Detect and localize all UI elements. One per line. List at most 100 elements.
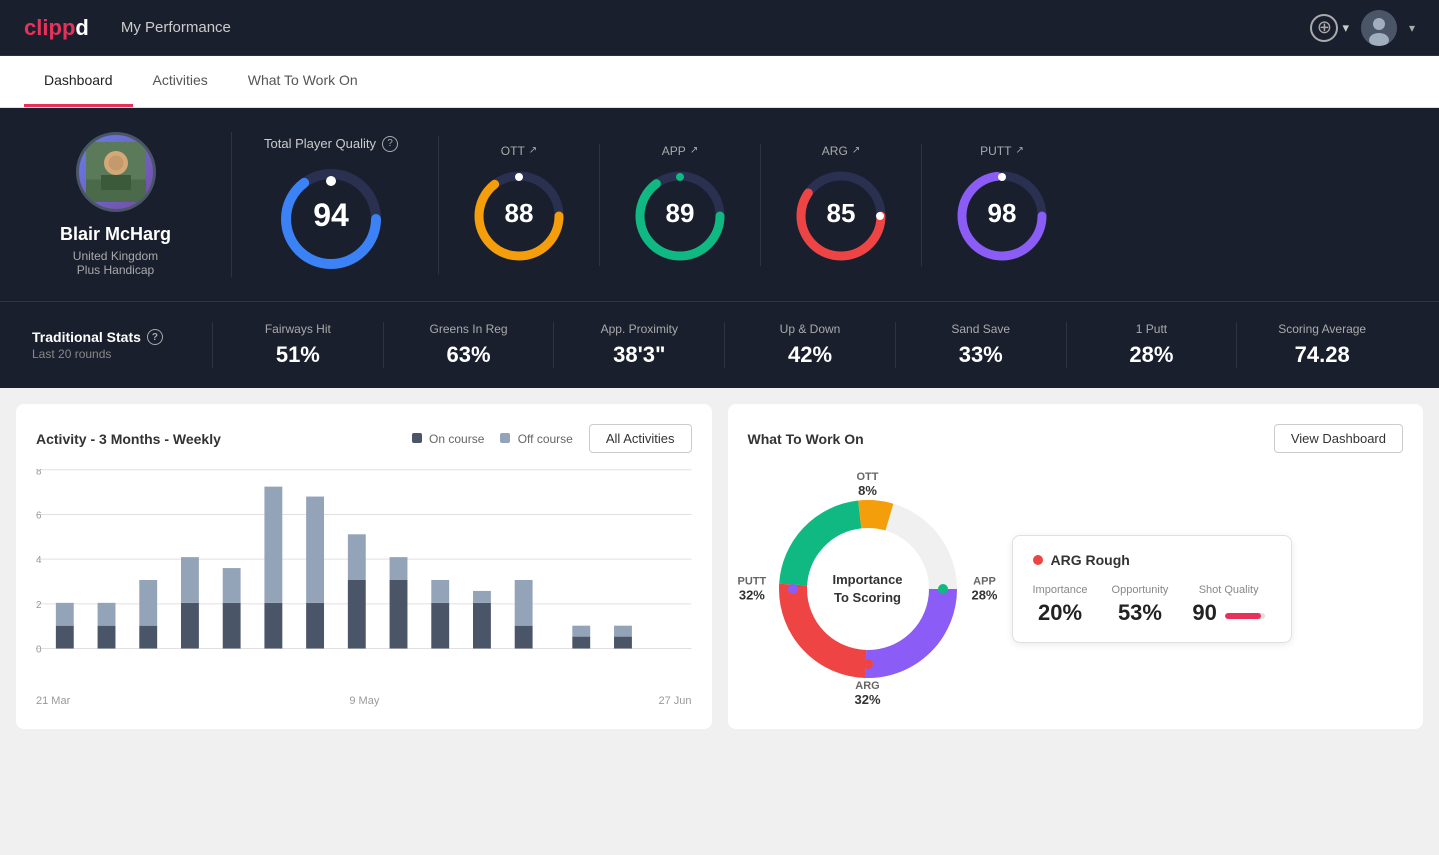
plus-icon: ⊕ <box>1310 14 1338 42</box>
donut-label-putt: PUTT 32% <box>738 576 767 603</box>
header-title: My Performance <box>121 19 231 36</box>
hero-section: Blair McHarg United Kingdom Plus Handica… <box>0 108 1439 301</box>
player-country: United Kingdom <box>73 249 158 263</box>
stats-label: Traditional Stats ? Last 20 rounds <box>32 329 212 361</box>
gauge-putt-label: PUTT ↗ <box>980 144 1024 158</box>
app-arrow-icon: ↗ <box>690 145 698 156</box>
all-activities-button[interactable]: All Activities <box>589 424 692 453</box>
arg-arrow-icon: ↗ <box>852 145 860 156</box>
donut-center-text: Importance To Scoring <box>832 571 902 607</box>
donut-chart: OTT 8% APP 28% ARG 32% PUTT 32% <box>748 469 988 709</box>
stat-greens: Greens In Reg 63% <box>383 322 554 368</box>
legend-on-course: On course <box>412 432 485 446</box>
metric-shotquality-row: 90 <box>1192 600 1264 626</box>
avatar[interactable] <box>1361 10 1397 46</box>
gauge-app-label: APP ↗ <box>662 144 698 158</box>
stat-oneputt-label: 1 Putt <box>1136 322 1167 336</box>
gauge-putt: PUTT ↗ 98 <box>922 144 1082 266</box>
stat-sandsave-label: Sand Save <box>951 322 1010 336</box>
arg-gauge-svg: 85 <box>791 166 891 266</box>
view-dashboard-button[interactable]: View Dashboard <box>1274 424 1403 453</box>
svg-text:8: 8 <box>36 469 42 478</box>
ott-gauge-svg: 88 <box>469 166 569 266</box>
legend-off-course: Off course <box>500 432 572 446</box>
svg-text:88: 88 <box>505 198 534 228</box>
putt-gauge-svg: 98 <box>952 166 1052 266</box>
bottom-panels: Activity - 3 Months - Weekly On course O… <box>0 388 1439 745</box>
chevron-down-icon: ▾ <box>1409 21 1415 35</box>
header-right: ⊕ ▾ ▾ <box>1310 10 1415 46</box>
ott-arrow-icon: ↗ <box>529 145 537 156</box>
svg-text:85: 85 <box>827 198 856 228</box>
player-avatar <box>76 132 156 212</box>
wtwo-panel-header: What To Work On View Dashboard <box>748 424 1404 453</box>
info-card-dot <box>1033 555 1043 565</box>
tab-what-to-work-on[interactable]: What To Work On <box>228 56 378 107</box>
stat-proximity-label: App. Proximity <box>601 322 678 336</box>
stat-oneputt-value: 28% <box>1129 342 1173 368</box>
stats-sublabel: Last 20 rounds <box>32 347 212 361</box>
logo: clippd <box>24 15 89 41</box>
wtwo-title: What To Work On <box>748 431 864 447</box>
metric-shotquality-label: Shot Quality <box>1199 584 1259 596</box>
metric-shotquality-bar-fill <box>1225 613 1261 619</box>
gauge-arg: ARG ↗ 85 <box>761 144 922 266</box>
info-card-title: ARG Rough <box>1033 552 1271 568</box>
svg-text:98: 98 <box>988 198 1017 228</box>
tab-dashboard[interactable]: Dashboard <box>24 56 133 107</box>
scores-section: Total Player Quality ? 94 OTT ↗ <box>232 136 1407 274</box>
stats-label-title: Traditional Stats ? <box>32 329 212 345</box>
stat-updown: Up & Down 42% <box>724 322 895 368</box>
total-quality: Total Player Quality ? 94 <box>264 136 439 274</box>
info-card-metrics: Importance 20% Opportunity 53% Shot Qual… <box>1033 584 1271 626</box>
metric-shotquality: Shot Quality 90 <box>1192 584 1264 626</box>
chart-legend: On course Off course <box>412 432 573 446</box>
metric-importance: Importance 20% <box>1033 584 1088 626</box>
legend-off-course-dot <box>500 433 510 443</box>
player-avatar-image <box>86 142 146 202</box>
x-label-2: 9 May <box>349 695 379 707</box>
stat-oneputt: 1 Putt 28% <box>1066 322 1237 368</box>
player-info: Blair McHarg United Kingdom Plus Handica… <box>32 132 232 277</box>
stat-scoring-value: 74.28 <box>1295 342 1350 368</box>
metric-shotquality-bar <box>1225 613 1265 619</box>
logo-text: clippd <box>24 15 89 41</box>
player-handicap: Plus Handicap <box>77 263 154 277</box>
svg-text:0: 0 <box>36 644 42 655</box>
svg-text:94: 94 <box>313 197 349 233</box>
total-quality-gauge: 94 <box>276 164 386 274</box>
wtwo-panel: What To Work On View Dashboard OTT 8% AP… <box>728 404 1424 729</box>
wtwo-info-card: ARG Rough Importance 20% Opportunity 53%… <box>1012 535 1292 643</box>
metric-opportunity: Opportunity 53% <box>1112 584 1169 626</box>
stat-updown-label: Up & Down <box>780 322 841 336</box>
metric-shotquality-value: 90 <box>1192 600 1216 626</box>
metric-importance-label: Importance <box>1033 584 1088 596</box>
gauge-ott-label: OTT ↗ <box>501 144 537 158</box>
metric-opportunity-value: 53% <box>1118 600 1162 626</box>
stat-greens-label: Greens In Reg <box>430 322 508 336</box>
avatar-image <box>1361 10 1397 46</box>
stat-fairways: Fairways Hit 51% <box>212 322 383 368</box>
activity-chart: 0 2 4 6 8 <box>36 469 692 689</box>
activity-title: Activity - 3 Months - Weekly <box>36 431 221 447</box>
add-button[interactable]: ⊕ ▾ <box>1310 14 1349 42</box>
activity-panel: Activity - 3 Months - Weekly On course O… <box>16 404 712 729</box>
nav-tabs: Dashboard Activities What To Work On <box>0 56 1439 108</box>
total-quality-label: Total Player Quality ? <box>264 136 398 152</box>
total-quality-help-icon[interactable]: ? <box>382 136 398 152</box>
metric-importance-value: 20% <box>1038 600 1082 626</box>
stats-help-icon[interactable]: ? <box>147 329 163 345</box>
stat-sandsave-value: 33% <box>959 342 1003 368</box>
stat-fairways-label: Fairways Hit <box>265 322 331 336</box>
svg-text:89: 89 <box>666 198 695 228</box>
stat-proximity-value: 38'3" <box>613 342 665 368</box>
putt-arrow-icon: ↗ <box>1015 145 1023 156</box>
gauge-arg-label: ARG ↗ <box>822 144 860 158</box>
stat-sandsave: Sand Save 33% <box>895 322 1066 368</box>
gauge-ott: OTT ↗ 88 <box>439 144 600 266</box>
stat-scoring: Scoring Average 74.28 <box>1236 322 1407 368</box>
donut-label-app: APP 28% <box>971 576 997 603</box>
stat-greens-value: 63% <box>447 342 491 368</box>
svg-text:2: 2 <box>36 600 42 611</box>
tab-activities[interactable]: Activities <box>133 56 228 107</box>
